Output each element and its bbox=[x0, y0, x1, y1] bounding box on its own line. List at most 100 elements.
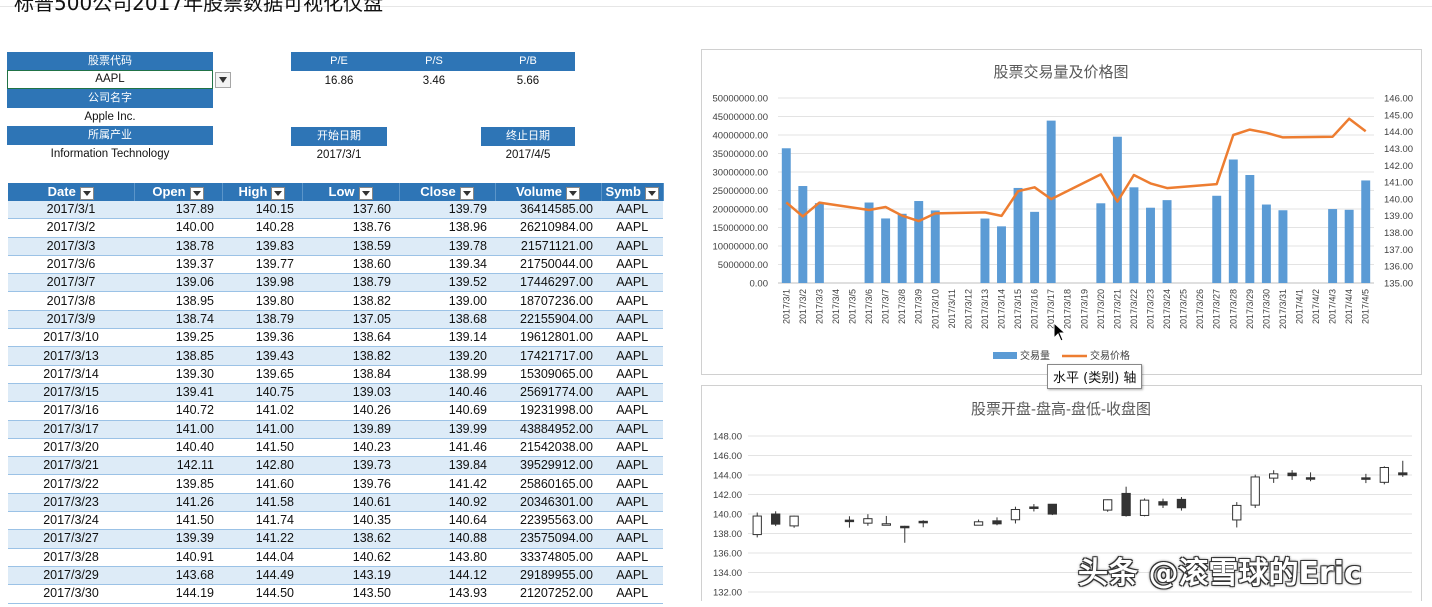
table-cell[interactable]: 137.05 bbox=[302, 310, 399, 330]
table-cell[interactable]: 140.88 bbox=[399, 529, 495, 549]
table-cell[interactable]: 141.00 bbox=[134, 420, 222, 439]
table-cell[interactable]: 2017/3/15 bbox=[8, 383, 134, 403]
table-cell[interactable]: 143.68 bbox=[134, 566, 222, 586]
table-cell[interactable]: 139.06 bbox=[134, 273, 222, 293]
table-cell[interactable]: 141.60 bbox=[222, 474, 302, 494]
table-cell[interactable]: 2017/3/3 bbox=[8, 237, 134, 256]
table-cell[interactable]: 140.00 bbox=[134, 218, 222, 238]
table-cell[interactable]: 139.39 bbox=[134, 529, 222, 549]
table-cell[interactable]: 2017/3/16 bbox=[8, 401, 134, 421]
table-cell[interactable]: 139.89 bbox=[302, 420, 399, 439]
table-row[interactable]: 2017/3/3 138.78 139.83 138.59 139.78 21571121… bbox=[8, 237, 664, 256]
table-cell[interactable]: 139.65 bbox=[222, 365, 302, 384]
table-cell[interactable]: 138.59 bbox=[302, 237, 399, 256]
table-row[interactable]: 2017/3/28 140.91 144.04 140.62 143.80 3337480… bbox=[8, 548, 664, 567]
table-row[interactable]: 2017/3/7 139.06 139.98 138.79 139.52 17446297… bbox=[8, 273, 664, 293]
table-row[interactable]: 2017/3/16 140.72 141.02 140.26 140.69 1923199… bbox=[8, 401, 664, 421]
table-cell[interactable]: 19612801.00 bbox=[495, 328, 601, 348]
table-row[interactable]: 2017/3/29 143.68 144.49 143.19 144.12 2918995… bbox=[8, 566, 664, 586]
table-row[interactable]: 2017/3/20 140.40 141.50 140.23 141.46 2154203… bbox=[8, 438, 664, 458]
table-cell[interactable]: 2017/3/24 bbox=[8, 511, 134, 531]
table-cell[interactable]: 19231998.00 bbox=[495, 401, 601, 421]
table-cell[interactable]: 140.75 bbox=[222, 383, 302, 403]
table-row[interactable]: 2017/3/8 138.95 139.80 138.82 139.00 18707236… bbox=[8, 291, 664, 311]
table-cell[interactable]: 2017/3/7 bbox=[8, 273, 134, 293]
table-cell[interactable]: 2017/3/8 bbox=[8, 291, 134, 311]
table-cell[interactable]: AAPL bbox=[601, 346, 664, 366]
table-cell[interactable]: 139.77 bbox=[222, 255, 302, 275]
table-cell[interactable]: 138.79 bbox=[302, 273, 399, 293]
table-cell[interactable]: 140.15 bbox=[222, 201, 302, 220]
table-cell[interactable]: 137.89 bbox=[134, 201, 222, 220]
table-cell[interactable]: 143.19 bbox=[302, 566, 399, 586]
table-row[interactable]: 2017/3/1 137.89 140.15 137.60 139.79 36414585… bbox=[8, 201, 664, 220]
table-cell[interactable]: AAPL bbox=[601, 401, 664, 421]
table-cell[interactable]: 140.35 bbox=[302, 511, 399, 531]
table-cell[interactable]: 2017/3/23 bbox=[8, 493, 134, 513]
table-cell[interactable]: 140.72 bbox=[134, 401, 222, 421]
table-cell[interactable]: 21750044.00 bbox=[495, 255, 601, 275]
table-row[interactable]: 2017/3/22 139.85 141.60 139.76 141.42 2586016… bbox=[8, 474, 664, 494]
table-cell[interactable]: 139.14 bbox=[399, 328, 495, 348]
filter-dropdown-icon[interactable] bbox=[358, 186, 373, 200]
table-cell[interactable]: 36414585.00 bbox=[495, 201, 601, 220]
table-cell[interactable]: 140.46 bbox=[399, 383, 495, 403]
table-cell[interactable]: 138.95 bbox=[134, 291, 222, 311]
table-cell[interactable]: 143.93 bbox=[399, 584, 495, 604]
table-cell[interactable]: 142.11 bbox=[134, 456, 222, 476]
table-cell[interactable]: 21571121.00 bbox=[495, 237, 601, 256]
table-cell[interactable]: 139.00 bbox=[399, 291, 495, 311]
table-cell[interactable]: 141.50 bbox=[134, 511, 222, 531]
table-cell[interactable]: 139.78 bbox=[399, 237, 495, 256]
table-cell[interactable]: 141.22 bbox=[222, 529, 302, 549]
table-cell[interactable]: 33374805.00 bbox=[495, 548, 601, 567]
table-cell[interactable]: 139.98 bbox=[222, 273, 302, 293]
table-cell[interactable]: 139.80 bbox=[222, 291, 302, 311]
table-cell[interactable]: 142.80 bbox=[222, 456, 302, 476]
end-date-value[interactable]: 2017/4/5 bbox=[481, 146, 575, 164]
table-cell[interactable]: 144.49 bbox=[222, 566, 302, 586]
table-cell[interactable]: 141.46 bbox=[399, 438, 495, 458]
table-cell[interactable]: 139.83 bbox=[222, 237, 302, 256]
table-row[interactable]: 2017/3/13 138.85 139.43 138.82 139.20 1742171… bbox=[8, 346, 664, 366]
table-cell[interactable]: 144.50 bbox=[222, 584, 302, 604]
table-cell[interactable]: 138.76 bbox=[302, 218, 399, 238]
table-cell[interactable]: 141.02 bbox=[222, 401, 302, 421]
table-row[interactable]: 2017/3/23 141.26 141.58 140.61 140.92 2034630… bbox=[8, 493, 664, 513]
table-cell[interactable]: 139.20 bbox=[399, 346, 495, 366]
table-cell[interactable]: AAPL bbox=[601, 456, 664, 476]
table-cell[interactable]: 138.60 bbox=[302, 255, 399, 275]
table-cell[interactable]: AAPL bbox=[601, 438, 664, 458]
table-row[interactable]: 2017/3/21 142.11 142.80 139.73 139.84 3952991… bbox=[8, 456, 664, 476]
table-cell[interactable]: AAPL bbox=[601, 273, 664, 293]
table-cell[interactable]: 22395563.00 bbox=[495, 511, 601, 531]
table-cell[interactable]: AAPL bbox=[601, 420, 664, 439]
table-cell[interactable]: AAPL bbox=[601, 237, 664, 256]
table-cell[interactable]: 139.41 bbox=[134, 383, 222, 403]
table-cell[interactable]: AAPL bbox=[601, 310, 664, 330]
table-row[interactable]: 2017/3/15 139.41 140.75 139.03 140.46 2569177… bbox=[8, 383, 664, 403]
table-cell[interactable]: 2017/3/21 bbox=[8, 456, 134, 476]
filter-dropdown-icon[interactable] bbox=[79, 186, 94, 200]
table-cell[interactable]: 15309065.00 bbox=[495, 365, 601, 384]
table-cell[interactable]: 2017/3/9 bbox=[8, 310, 134, 330]
table-cell[interactable]: 139.99 bbox=[399, 420, 495, 439]
table-cell[interactable]: 141.42 bbox=[399, 474, 495, 494]
table-cell[interactable]: 2017/3/22 bbox=[8, 474, 134, 494]
table-cell[interactable]: 2017/3/30 bbox=[8, 584, 134, 604]
table-cell[interactable]: 139.03 bbox=[302, 383, 399, 403]
table-cell[interactable]: 2017/3/2 bbox=[8, 218, 134, 238]
table-cell[interactable]: AAPL bbox=[601, 566, 664, 586]
table-cell[interactable]: 43884952.00 bbox=[495, 420, 601, 439]
table-row[interactable]: 2017/3/30 144.19 144.50 143.50 143.93 2120725… bbox=[8, 584, 664, 604]
start-date-value[interactable]: 2017/3/1 bbox=[291, 146, 387, 164]
table-cell[interactable]: AAPL bbox=[601, 328, 664, 348]
filter-dropdown-icon[interactable] bbox=[459, 186, 474, 200]
table-cell[interactable]: 139.52 bbox=[399, 273, 495, 293]
table-cell[interactable]: 140.26 bbox=[302, 401, 399, 421]
table-cell[interactable]: 2017/3/29 bbox=[8, 566, 134, 586]
table-row[interactable]: 2017/3/24 141.50 141.74 140.35 140.64 2239556… bbox=[8, 511, 664, 531]
table-cell[interactable]: 138.74 bbox=[134, 310, 222, 330]
table-cell[interactable]: 141.00 bbox=[222, 420, 302, 439]
table-cell[interactable]: 26210984.00 bbox=[495, 218, 601, 238]
